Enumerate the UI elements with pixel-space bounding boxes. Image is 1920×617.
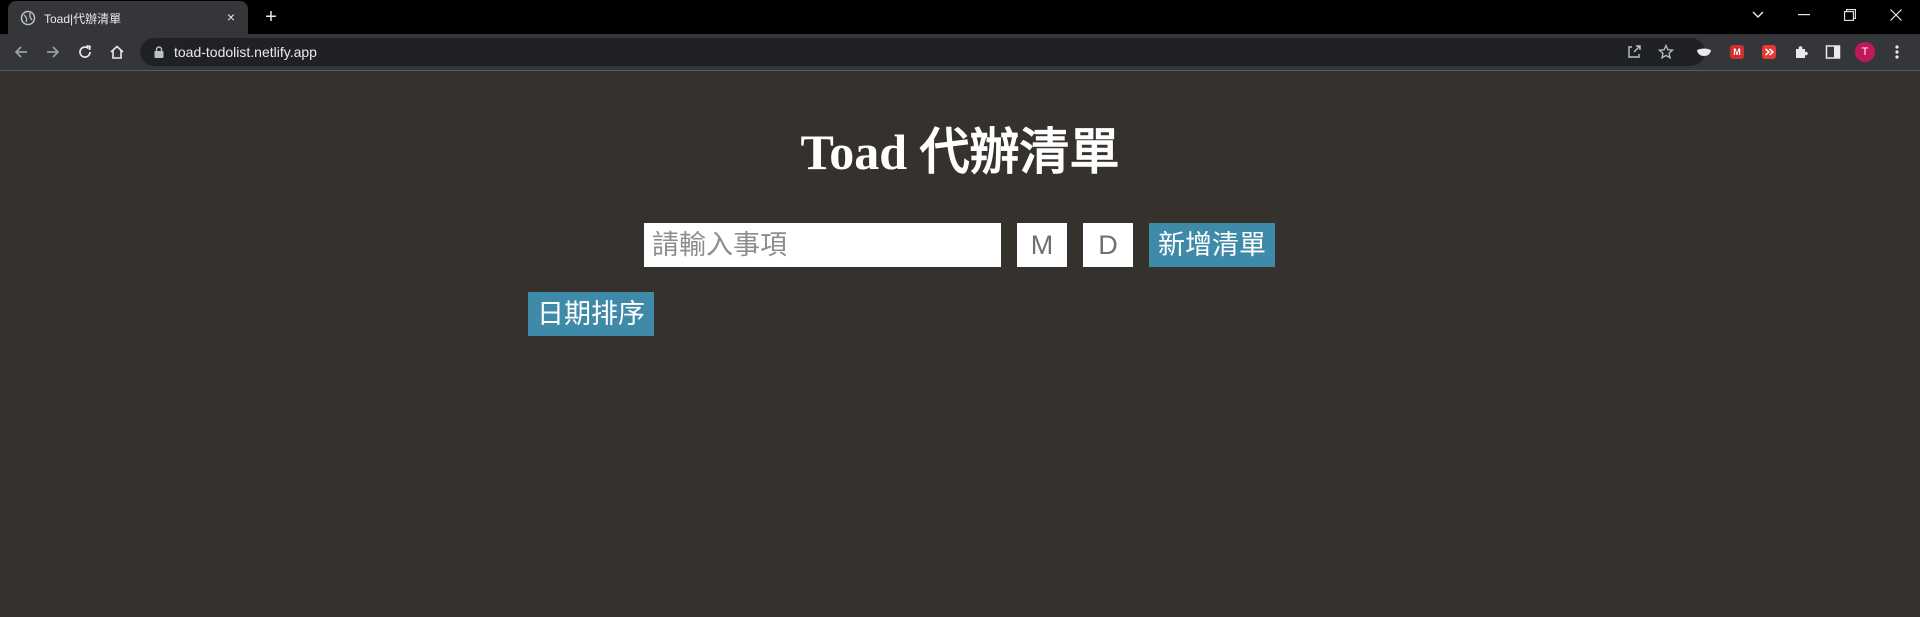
month-input[interactable]	[1017, 223, 1067, 267]
share-icon[interactable]	[1624, 42, 1644, 62]
forward-icon[interactable]	[42, 41, 64, 63]
tab-title: Toad|代辦清單	[44, 12, 122, 26]
extension-m-icon[interactable]: M	[1727, 42, 1747, 62]
profile-avatar[interactable]: T	[1855, 42, 1875, 62]
close-window-icon[interactable]	[1873, 0, 1919, 30]
extension-icon[interactable]	[1694, 42, 1714, 62]
url-text: toad-todolist.netlify.app	[174, 44, 317, 60]
add-list-button[interactable]: 新增清單	[1149, 223, 1275, 267]
new-tab-button[interactable]: +	[260, 6, 282, 28]
menu-icon[interactable]	[1887, 42, 1907, 62]
sort-by-date-button[interactable]: 日期排序	[528, 292, 654, 336]
browser-toolbar: toad-todolist.netlify.app M T	[0, 34, 1920, 71]
todo-input[interactable]	[644, 223, 1001, 267]
day-input[interactable]	[1083, 223, 1133, 267]
star-icon[interactable]	[1656, 42, 1676, 62]
lock-icon	[154, 46, 164, 58]
tab-strip: Toad|代辦清單 × +	[0, 0, 1920, 34]
restore-icon[interactable]	[1827, 0, 1873, 30]
address-bar[interactable]: toad-todolist.netlify.app	[140, 38, 1705, 66]
side-panel-icon[interactable]	[1823, 42, 1843, 62]
home-icon[interactable]	[106, 41, 128, 63]
browser-tab[interactable]: Toad|代辦清單 ×	[8, 1, 248, 34]
extensions-puzzle-icon[interactable]	[1791, 42, 1811, 62]
globe-icon	[20, 10, 36, 26]
back-icon[interactable]	[10, 41, 32, 63]
close-tab-icon[interactable]: ×	[222, 8, 240, 26]
reload-icon[interactable]	[74, 41, 96, 63]
page-title: Toad 代辦清單	[800, 124, 1120, 180]
extension-play-icon[interactable]	[1759, 42, 1779, 62]
tab-search-icon[interactable]	[1735, 0, 1781, 30]
minimize-icon[interactable]	[1781, 0, 1827, 30]
